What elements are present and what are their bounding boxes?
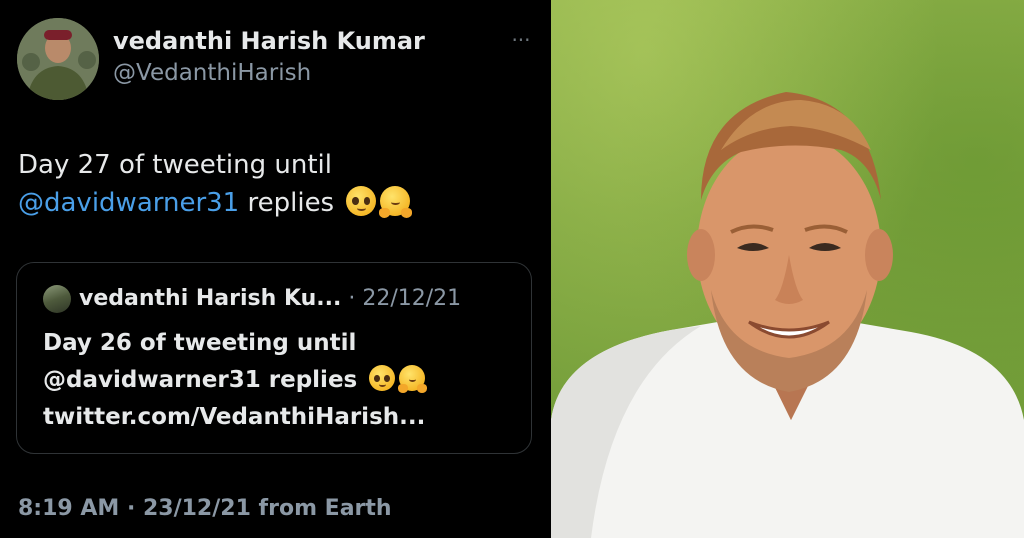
hugging-face-emoji-icon xyxy=(378,186,413,218)
profile-avatar[interactable] xyxy=(17,18,99,100)
author-display-name[interactable]: vedanthi Harish Kumar xyxy=(113,27,425,55)
quoted-tweet-date: 22/12/21 xyxy=(362,286,462,311)
tweet-text: Day 27 of tweeting until @davidwarner31 … xyxy=(18,146,538,222)
quoted-author-avatar xyxy=(43,285,71,313)
avatar-image xyxy=(17,18,99,100)
more-options-button[interactable]: ··· xyxy=(504,28,538,52)
tweet-text-line1: Day 27 of tweeting until xyxy=(18,150,332,180)
quoted-tweet-header: vedanthi Harish Ku... · 22/12/21 xyxy=(79,284,461,314)
mention-link[interactable]: @davidwarner31 xyxy=(18,188,239,218)
tweet-timestamp[interactable]: 8:19 AM · 23/12/21 from Earth xyxy=(18,496,392,521)
hugging-face-emoji-icon xyxy=(397,365,427,393)
quoted-text-line2: @davidwarner31 replies xyxy=(43,362,523,399)
tweet-card: vedanthi Harish Kumar @VedanthiHarish ··… xyxy=(0,0,551,538)
photo-panel xyxy=(551,0,1024,538)
tweet-text-after-mention: replies xyxy=(239,188,335,218)
quoted-separator: · xyxy=(341,286,363,311)
author-handle[interactable]: @VedanthiHarish xyxy=(113,60,311,86)
pleading-face-emoji-icon xyxy=(346,186,377,216)
quoted-text-line1: Day 26 of tweeting until xyxy=(43,330,357,356)
quoted-tweet-text: Day 26 of tweeting until @davidwarner31 … xyxy=(43,325,523,436)
quoted-tweet-card[interactable]: vedanthi Harish Ku... · 22/12/21 Day 26 … xyxy=(16,262,532,454)
quoted-text-link[interactable]: twitter.com/VedanthiHarish... xyxy=(43,399,523,436)
pleading-face-emoji-icon xyxy=(369,365,396,391)
man-in-white-tshirt-photo xyxy=(551,92,1024,538)
quoted-author-name[interactable]: vedanthi Harish Ku... xyxy=(79,286,341,311)
quoted-text-line2-text: @davidwarner31 replies xyxy=(43,367,358,393)
